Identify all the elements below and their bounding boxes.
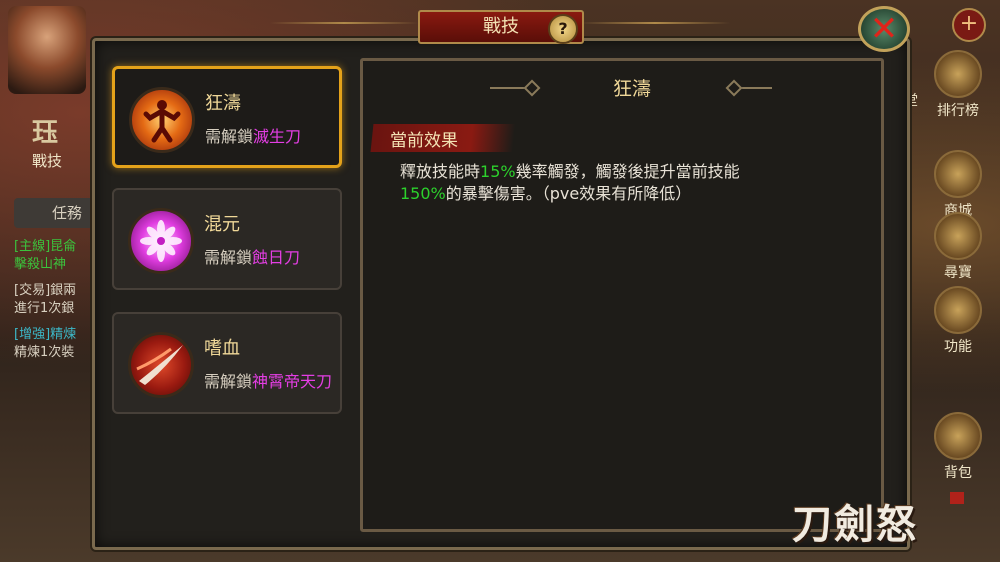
treasure-label: 尋寶 [944, 265, 972, 281]
skill-card-hunyuan[interactable]: 混元 需解鎖蝕日刀 [112, 188, 342, 290]
unlock-prefix: 需解鎖 [204, 372, 253, 391]
quest-line[interactable]: [主線]昆侖 [14, 238, 76, 256]
title-ornament-right [580, 22, 730, 24]
help-button[interactable]: ? [548, 14, 578, 44]
rage-figure-icon [129, 87, 195, 153]
skill-menu-icon[interactable]: 珏 [32, 112, 72, 148]
quest-line[interactable]: 進行1次銀 [14, 300, 74, 318]
bag-button[interactable]: 背包 [928, 412, 988, 482]
blade-slash-icon [128, 332, 194, 398]
unlock-prefix: 需解鎖 [204, 248, 253, 267]
required-blade: 滅生刀 [253, 127, 302, 146]
left-hud: 珏 戰技 任務 [主線]昆侖 擊殺山神 [交易]銀兩 進行1次銀 [增強]精煉 … [0, 0, 100, 562]
skill-card-kuangtao[interactable]: 狂濤 需解鎖滅生刀 [112, 66, 342, 168]
skill-name: 嗜血 [204, 338, 240, 359]
skill-name: 混元 [204, 214, 240, 235]
function-icon [934, 286, 982, 334]
treasure-icon [934, 212, 982, 260]
add-currency-button[interactable]: + [952, 8, 986, 42]
skill-unlock-requirement: 需解鎖神霄帝天刀 [204, 368, 332, 392]
bag-label: 背包 [944, 465, 972, 481]
effect-description: 釋放技能時15%幾率觸發，觸發後提升當前技能 150%的暴擊傷害。（pve效果有所… [400, 161, 780, 205]
crit-bonus: 150% [400, 184, 446, 203]
logo-seal [950, 492, 964, 504]
ranking-label: 排行榜 [937, 103, 979, 119]
quest-line[interactable]: [交易]銀兩 [14, 282, 76, 300]
function-button[interactable]: 功能 [928, 286, 988, 356]
trigger-rate: 15% [480, 162, 516, 181]
required-blade: 蝕日刀 [252, 248, 301, 267]
effect-text-segment: 釋放技能時 [400, 162, 481, 181]
skill-unlock-requirement: 需解鎖蝕日刀 [204, 244, 300, 268]
shop-button[interactable]: 商城 [928, 150, 988, 220]
quest-line[interactable]: 擊殺山神 [14, 256, 66, 274]
skill-name: 狂濤 [205, 93, 241, 114]
title-ornament-left [270, 22, 418, 24]
treasure-button[interactable]: 尋寶 [928, 212, 988, 282]
quest-line[interactable]: 精煉1次裝 [14, 344, 74, 362]
task-tab[interactable]: 任務 [14, 198, 98, 228]
game-logo: 刀劍怒 [792, 501, 918, 548]
shop-icon [934, 150, 982, 198]
unlock-prefix: 需解鎖 [205, 127, 254, 146]
player-avatar[interactable] [8, 6, 86, 94]
skill-unlock-requirement: 需解鎖滅生刀 [205, 123, 301, 147]
ranking-button[interactable]: 排行榜 [928, 50, 988, 120]
section-label: 當前效果 [390, 131, 458, 151]
quest-line[interactable]: [增強]精煉 [14, 326, 76, 344]
effect-text-segment: 的暴擊傷害。（pve效果有所降低） [445, 184, 692, 203]
close-button[interactable]: ✕ [858, 6, 910, 52]
detail-title: 狂濤 [612, 78, 651, 100]
bag-icon [934, 412, 982, 460]
skill-card-shixue[interactable]: 嗜血 需解鎖神霄帝天刀 [112, 312, 342, 414]
ranking-icon [934, 50, 982, 98]
lotus-icon [128, 208, 194, 274]
skill-menu-label[interactable]: 戰技 [32, 150, 62, 171]
required-blade: 神霄帝天刀 [252, 372, 333, 391]
effect-text-segment: 幾率觸發，觸發後提升當前技能 [515, 162, 740, 181]
function-label: 功能 [944, 339, 972, 355]
